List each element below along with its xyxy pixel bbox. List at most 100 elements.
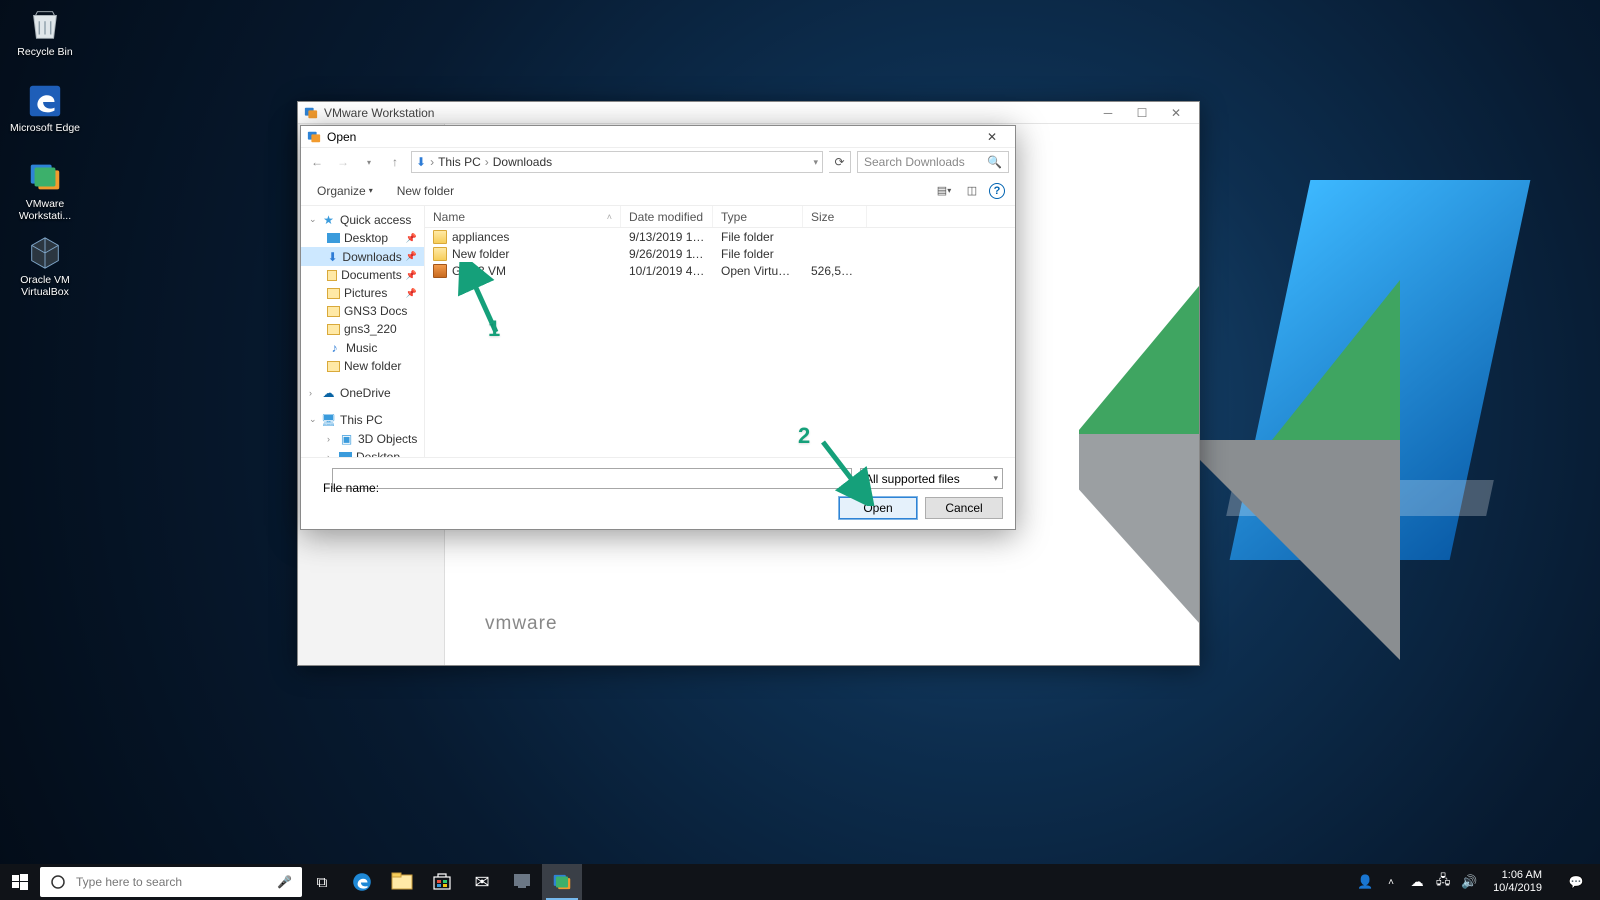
window-title: VMware Workstation: [324, 106, 434, 120]
file-row[interactable]: appliances9/13/2019 1:39 AMFile folder: [425, 228, 1015, 245]
col-type[interactable]: Type: [713, 206, 803, 227]
3d-icon: ▣: [339, 431, 354, 446]
tree-quick-access[interactable]: ⌄★Quick access: [301, 210, 424, 229]
open-button[interactable]: Open: [839, 497, 917, 519]
tree-this-pc[interactable]: ⌄🖥This PC: [301, 410, 424, 429]
tree-music[interactable]: ♪Music: [301, 338, 424, 357]
col-name[interactable]: Name˄: [425, 206, 621, 227]
edge-desktop-icon[interactable]: Microsoft Edge: [8, 82, 82, 150]
view-options-button[interactable]: ▤ ▾: [933, 181, 955, 201]
dialog-footer: File name: All supported files▾ Open Can…: [301, 457, 1015, 529]
nav-up-button[interactable]: ↑: [385, 152, 405, 172]
action-center-button[interactable]: 💬: [1558, 864, 1594, 900]
file-row[interactable]: New folder9/26/2019 11:10 PMFile folder: [425, 245, 1015, 262]
dialog-titlebar[interactable]: Open ✕: [301, 126, 1015, 148]
icon-label: Oracle VM VirtualBox: [8, 274, 82, 298]
folder-icon: [327, 306, 340, 317]
preview-pane-button[interactable]: ◫: [961, 181, 983, 201]
col-date[interactable]: Date modified: [621, 206, 713, 227]
taskbar-mail[interactable]: ✉: [462, 864, 502, 900]
tree-onedrive[interactable]: ›☁OneDrive: [301, 383, 424, 402]
open-file-dialog: Open ✕ ← → ▾ ↑ ⬇ › This PC › Downloads ▾…: [300, 125, 1016, 530]
tree-desktop[interactable]: Desktop📌: [301, 229, 424, 247]
breadcrumb-path[interactable]: ⬇ › This PC › Downloads ▾: [411, 151, 823, 173]
system-tray: 👤 ˄ ☁ 🖧 🔊 1:06 AM 10/4/2019 💬: [1357, 864, 1600, 900]
crumb-this-pc[interactable]: This PC: [438, 155, 481, 169]
cancel-button[interactable]: Cancel: [925, 497, 1003, 519]
start-button[interactable]: [0, 864, 40, 900]
icon-label: Recycle Bin: [17, 46, 72, 58]
tree-new-folder[interactable]: New folder: [301, 357, 424, 375]
nav-recent-button[interactable]: ▾: [359, 152, 379, 172]
documents-icon: [327, 270, 337, 281]
minimize-button[interactable]: ─: [1091, 103, 1125, 123]
organize-button[interactable]: Organize▾: [311, 181, 379, 201]
nav-forward-button[interactable]: →: [333, 152, 353, 172]
search-box[interactable]: Search Downloads 🔍: [857, 151, 1009, 173]
folder-icon: [327, 324, 340, 335]
vmware-decoration: [1079, 124, 1199, 665]
tree-documents[interactable]: Documents📌: [301, 266, 424, 284]
tree-3d-objects[interactable]: ›▣3D Objects: [301, 429, 424, 448]
taskbar-search[interactable]: Type here to search 🎤: [40, 867, 302, 897]
nav-tree[interactable]: ⌄★Quick access Desktop📌 ⬇Downloads📌 Docu…: [301, 206, 425, 457]
nav-back-button[interactable]: ←: [307, 152, 327, 172]
virtualbox-desktop-icon[interactable]: Oracle VM VirtualBox: [8, 234, 82, 302]
pin-icon: 📌: [406, 233, 420, 244]
crumb-downloads[interactable]: Downloads: [493, 155, 552, 169]
pin-icon: 📌: [406, 251, 420, 262]
recycle-bin-desktop-icon[interactable]: Recycle Bin: [8, 6, 82, 74]
tree-downloads[interactable]: ⬇Downloads📌: [301, 247, 424, 266]
file-row[interactable]: GNS3 VM10/1/2019 4:49 AMOpen Virtualizat…: [425, 262, 1015, 279]
network-icon[interactable]: 🖧: [1435, 874, 1451, 890]
onedrive-tray-icon[interactable]: ☁: [1409, 874, 1425, 890]
tree-pc-desktop[interactable]: ›Desktop: [301, 448, 424, 457]
taskbar-clock[interactable]: 1:06 AM 10/4/2019: [1487, 869, 1548, 895]
clock-time: 1:06 AM: [1493, 869, 1542, 882]
volume-icon[interactable]: 🔊: [1461, 874, 1477, 890]
icon-label: VMware Workstati...: [8, 198, 82, 222]
store-icon: [432, 871, 452, 894]
vmware-desktop-icon[interactable]: VMware Workstati...: [8, 158, 82, 226]
file-list: Name˄ Date modified Type Size appliances…: [425, 206, 1015, 457]
recycle-bin-icon: [25, 6, 65, 44]
refresh-button[interactable]: ⟳: [829, 151, 851, 173]
onedrive-icon: ☁: [321, 385, 336, 400]
filename-label: File name:: [323, 481, 379, 495]
file-type: Open Virtualizatio...: [713, 264, 803, 278]
help-button[interactable]: ?: [989, 183, 1005, 199]
task-view-button[interactable]: ⧉: [302, 864, 342, 900]
star-icon: ★: [321, 212, 336, 227]
taskbar-vmware[interactable]: [542, 864, 582, 900]
vmware-icon: [304, 106, 318, 120]
dialog-close-button[interactable]: ✕: [975, 127, 1009, 147]
search-placeholder: Search Downloads: [864, 155, 965, 169]
tree-gns3-220[interactable]: gns3_220: [301, 320, 424, 338]
dialog-nav-bar: ← → ▾ ↑ ⬇ › This PC › Downloads ▾ ⟳ Sear…: [301, 148, 1015, 176]
tree-pictures[interactable]: Pictures📌: [301, 284, 424, 302]
vmware-icon: [307, 130, 321, 144]
file-rows[interactable]: appliances9/13/2019 1:39 AMFile folderNe…: [425, 228, 1015, 457]
taskbar-edge[interactable]: [342, 864, 382, 900]
close-button[interactable]: ✕: [1159, 103, 1193, 123]
vmware-titlebar[interactable]: VMware Workstation ─ ☐ ✕: [298, 102, 1199, 124]
taskbar-app[interactable]: [502, 864, 542, 900]
tree-gns3-docs[interactable]: GNS3 Docs: [301, 302, 424, 320]
taskbar-store[interactable]: [422, 864, 462, 900]
microphone-icon[interactable]: 🎤: [277, 875, 292, 889]
taskbar-file-explorer[interactable]: [382, 864, 422, 900]
pictures-icon: [327, 288, 340, 299]
filename-input[interactable]: [332, 468, 852, 489]
chevron-down-icon[interactable]: ▾: [813, 157, 818, 168]
col-size[interactable]: Size: [803, 206, 867, 227]
file-type-filter[interactable]: All supported files▾: [860, 468, 1003, 489]
file-name: GNS3 VM: [452, 264, 506, 278]
people-icon[interactable]: 👤: [1357, 874, 1373, 890]
maximize-button[interactable]: ☐: [1125, 103, 1159, 123]
file-type: File folder: [713, 247, 803, 261]
folder-icon: [433, 230, 447, 244]
wallpaper-decoration: [1180, 440, 1400, 660]
tray-expand-icon[interactable]: ˄: [1383, 874, 1399, 890]
new-folder-button[interactable]: New folder: [391, 181, 460, 201]
pin-icon: 📌: [406, 288, 420, 299]
